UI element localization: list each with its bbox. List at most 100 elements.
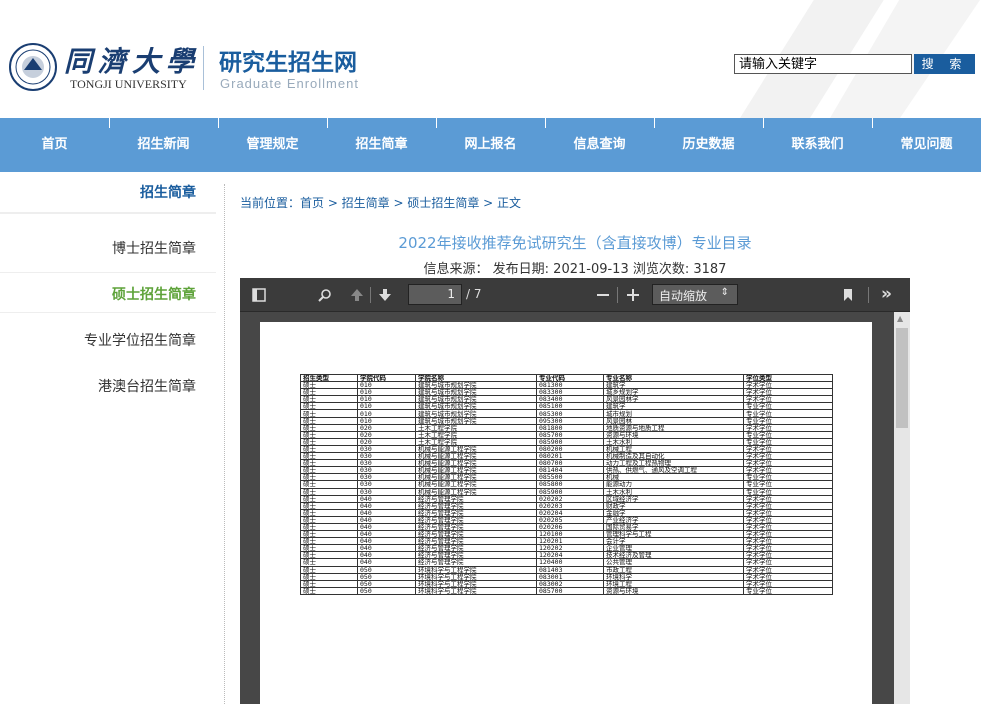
table-cell: 机械与能源工程学院	[415, 459, 537, 468]
sidebar-toggle-icon[interactable]	[252, 288, 266, 302]
zoom-out-icon[interactable]	[596, 288, 610, 302]
table-cell: 学术学位	[743, 572, 833, 581]
university-name-en: TONGJI UNIVERSITY	[70, 77, 187, 91]
nav-faq[interactable]: 常见问题	[872, 118, 981, 172]
table-cell: 专业学位	[743, 437, 833, 446]
page-number-input[interactable]: 1	[408, 284, 462, 305]
table-cell: 环境科学与工程学院	[415, 565, 537, 574]
zoom-in-icon[interactable]	[626, 288, 640, 302]
pdf-scrollbar-thumb[interactable]	[896, 328, 908, 428]
table-cell: 120201	[536, 537, 604, 546]
table-cell: 资源与环境	[603, 430, 744, 439]
nav-history-data[interactable]: 历史数据	[654, 118, 763, 172]
table-cell: 产业经济学	[603, 515, 744, 524]
major-catalog-table: 招生类型 学院代码 学院名称 专业代码 专业名称 学位类型 硕士 010 建筑与城市…	[300, 373, 833, 595]
table-cell: 硕士	[300, 501, 358, 510]
sidebar-item-master[interactable]: 硕士招生简章	[112, 284, 196, 304]
table-cell: 经济与管理学院	[415, 530, 537, 539]
table-row: 硕士 010 建筑与城市规划学院 095300 风景园林 专业学位	[300, 416, 833, 425]
table-cell: 050	[357, 586, 416, 595]
header-divider	[203, 46, 204, 90]
table-cell: 硕士	[300, 508, 358, 517]
bookmark-icon[interactable]	[842, 288, 854, 302]
table-cell: 硕士	[300, 416, 358, 425]
table-cell: 030	[357, 487, 416, 496]
nav-brochures[interactable]: 招生简章	[327, 118, 436, 172]
table-cell: 020205	[536, 515, 604, 524]
nav-online-application[interactable]: 网上报名	[436, 118, 545, 172]
search-button[interactable]: 搜 索	[914, 54, 975, 74]
next-page-icon[interactable]	[378, 288, 392, 302]
table-cell: 专业学位	[743, 586, 833, 595]
table-cell: 010	[357, 388, 416, 397]
table-cell: 硕士	[300, 466, 358, 475]
university-name-cn: 同濟大學	[64, 45, 201, 78]
table-cell: 040	[357, 522, 416, 532]
table-cell: 020203	[536, 501, 604, 510]
table-cell: 建筑学	[603, 402, 744, 411]
table-cell: 120202	[536, 544, 604, 553]
sidebar-item-professional[interactable]: 专业学位招生简章	[84, 330, 196, 350]
sidebar-item-hk-macau-tw[interactable]: 港澳台招生简章	[98, 376, 196, 396]
article-meta: 信息来源： 发布日期: 2021-09-13 浏览次数: 3187	[423, 262, 727, 277]
table-cell: 030	[357, 480, 416, 489]
table-cell: 050	[357, 579, 416, 588]
table-cell: 020206	[536, 522, 604, 532]
table-row: 硕士 040 经济与管理学院 020203 财政学 学术学位	[300, 501, 833, 510]
column-header: 专业名称	[603, 373, 744, 383]
table-cell: 硕士	[300, 423, 358, 432]
table-cell: 专业学位	[743, 402, 833, 411]
sidebar-title-underline	[0, 212, 216, 214]
table-cell: 120204	[536, 551, 604, 560]
site-title-cn: 研究生招生网	[219, 49, 357, 76]
table-cell: 040	[357, 508, 416, 517]
table-cell: 硕士	[300, 473, 358, 482]
table-cell: 专业学位	[743, 430, 833, 439]
table-row: 硕士 010 建筑与城市规划学院 085100 建筑学 专业学位	[300, 402, 833, 411]
column-header: 专业代码	[536, 373, 604, 383]
table-cell: 040	[357, 558, 416, 567]
table-cell: 硕士	[300, 459, 358, 468]
nav-home[interactable]: 首页	[0, 118, 109, 172]
table-row: 硕士 030 机械与能源工程学院 085900 土木水利 专业学位	[300, 487, 833, 496]
table-cell: 经济与管理学院	[415, 501, 537, 510]
tools-menu-icon[interactable]: »	[881, 284, 892, 304]
table-cell: 学术学位	[743, 423, 833, 432]
table-cell: 硕士	[300, 586, 358, 595]
table-cell: 资源与环境	[603, 586, 744, 595]
table-cell: 经济与管理学院	[415, 515, 537, 524]
zoom-select[interactable]: 自动缩放 ⇕	[652, 284, 738, 305]
table-cell: 硕士	[300, 551, 358, 560]
previous-page-icon[interactable]	[350, 288, 364, 302]
table-cell: 040	[357, 494, 416, 503]
table-cell: 010	[357, 395, 416, 404]
scroll-up-icon[interactable]: ▲	[897, 314, 903, 323]
table-cell: 020	[357, 423, 416, 432]
search-icon[interactable]	[318, 288, 332, 302]
table-cell: 学术学位	[743, 388, 833, 397]
sidebar-item-doctoral[interactable]: 博士招生简章	[112, 238, 196, 258]
table-cell: 080201	[536, 452, 604, 461]
column-header: 招生类型	[300, 373, 358, 383]
nav-contact[interactable]: 联系我们	[763, 118, 872, 172]
column-header: 学院名称	[415, 373, 537, 383]
table-row: 硕士 010 建筑与城市规划学院 083300 城乡规划学 学术学位	[300, 388, 833, 397]
site-header: 同濟大學 TONGJI UNIVERSITY 研究生招生网 Graduate E…	[0, 0, 981, 118]
table-cell: 040	[357, 551, 416, 560]
table-cell: 081404	[536, 466, 604, 475]
nav-info-query[interactable]: 信息查询	[545, 118, 654, 172]
breadcrumb[interactable]: 当前位置：首页 > 招生简章 > 硕士招生简章 > 正文	[240, 194, 521, 211]
nav-regulations[interactable]: 管理规定	[218, 118, 327, 172]
column-header: 学院代码	[357, 373, 416, 383]
table-cell: 020	[357, 430, 416, 439]
nav-news[interactable]: 招生新闻	[109, 118, 218, 172]
table-cell: 学术学位	[743, 381, 833, 390]
table-cell: 硕士	[300, 452, 358, 461]
toolbar-separator	[868, 287, 869, 303]
table-cell: 040	[357, 537, 416, 546]
table-row: 硕士 050 环境科学与工程学院 083001 环境科学 学术学位	[300, 572, 833, 581]
table-cell: 083002	[536, 579, 604, 588]
search-input[interactable]	[734, 54, 912, 74]
table-cell: 120400	[536, 558, 604, 567]
table-cell: 085700	[536, 430, 604, 439]
